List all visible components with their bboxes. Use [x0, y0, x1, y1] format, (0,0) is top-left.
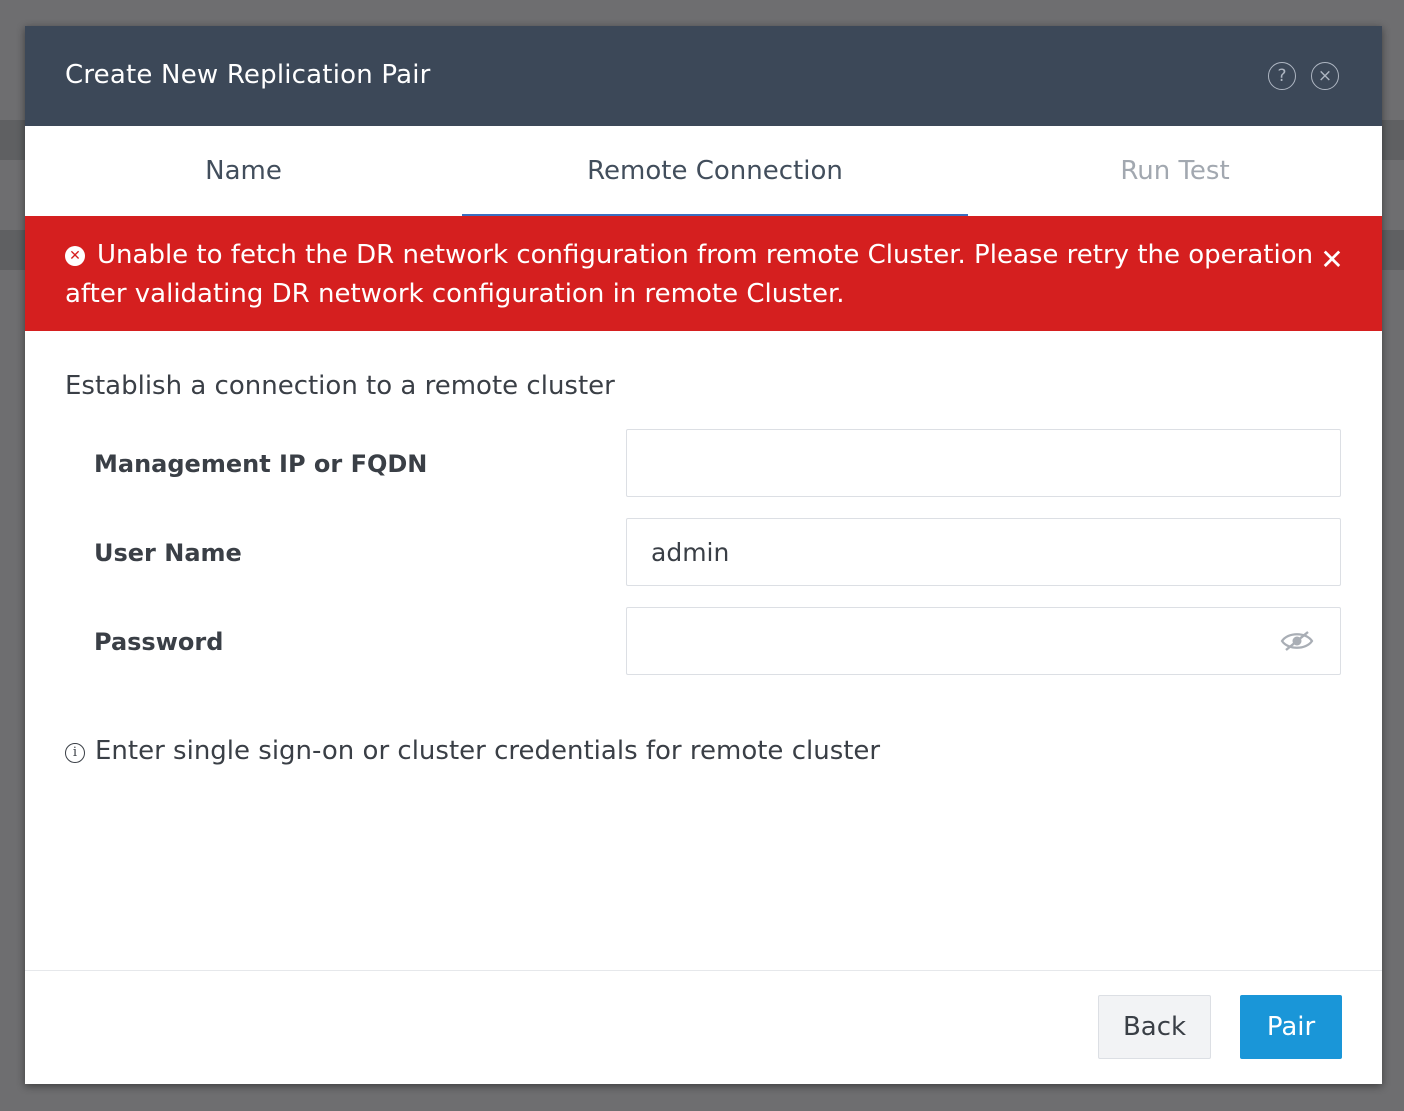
credentials-hint: i Enter single sign-on or cluster credent…: [65, 736, 880, 766]
pair-button[interactable]: Pair: [1240, 995, 1342, 1059]
form-heading: Establish a connection to a remote clust…: [65, 371, 615, 401]
info-icon: i: [65, 742, 85, 763]
error-message-container: ✕ Unable to fetch the DR network configur…: [65, 236, 1345, 314]
wizard-tabs: Name Remote Connection Run Test: [25, 126, 1382, 216]
password-input[interactable]: [626, 607, 1341, 675]
footer-divider: [25, 970, 1382, 971]
replication-pair-dialog: Create New Replication Pair ? × Name Rem…: [25, 26, 1382, 1084]
eye-slash-icon[interactable]: [1280, 630, 1314, 652]
error-banner: ✕ Unable to fetch the DR network configur…: [25, 216, 1382, 331]
tab-run-test: Run Test: [1120, 156, 1230, 186]
back-button[interactable]: Back: [1098, 995, 1211, 1059]
tab-remote-connection[interactable]: Remote Connection: [462, 126, 968, 216]
dialog-title: Create New Replication Pair: [65, 60, 431, 90]
error-message: Unable to fetch the DR network configura…: [65, 240, 1314, 309]
user-name-label: User Name: [94, 539, 242, 567]
user-name-input[interactable]: [626, 518, 1341, 586]
tab-name[interactable]: Name: [25, 126, 462, 216]
error-circle-icon: ✕: [65, 246, 85, 266]
hint-text: Enter single sign-on or cluster credenti…: [95, 736, 881, 766]
close-x-icon[interactable]: ✕: [1318, 246, 1346, 274]
dialog-header: Create New Replication Pair ? ×: [25, 26, 1382, 126]
help-icon[interactable]: ?: [1268, 62, 1296, 90]
close-icon[interactable]: ×: [1311, 62, 1339, 90]
management-ip-label: Management IP or FQDN: [94, 450, 428, 478]
password-label: Password: [94, 628, 224, 656]
management-ip-input[interactable]: [626, 429, 1341, 497]
